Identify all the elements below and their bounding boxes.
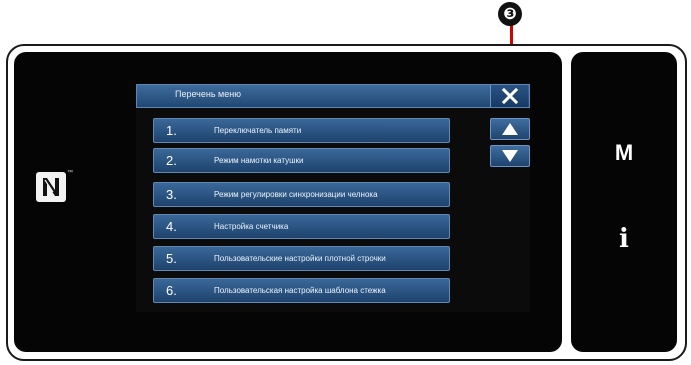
menu-item-label: Режим регулировки синхронизации челнока	[214, 190, 378, 199]
menu-item-label: Пользовательская настройка шаблона стежк…	[214, 286, 386, 295]
menu-item-label: Пользовательские настройки плотной строч…	[214, 254, 386, 263]
scroll-down-button[interactable]	[490, 145, 530, 167]
nfc-icon	[36, 172, 66, 202]
menu-item-3[interactable]: 3. Режим регулировки синхронизации челно…	[153, 182, 450, 207]
menu-item-2[interactable]: 2. Режим намотки катушки	[153, 148, 450, 173]
triangle-down-icon	[502, 150, 518, 162]
menu-item-number: 4.	[166, 219, 177, 234]
menu-item-5[interactable]: 5. Пользовательские настройки плотной ст…	[153, 246, 450, 271]
info-button[interactable]: i	[571, 224, 677, 254]
scroll-up-button[interactable]	[490, 118, 530, 140]
menu-item-label: Переключатель памяти	[214, 126, 302, 135]
menu-item-4[interactable]: 4. Настройка счетчика	[153, 214, 450, 239]
menu-item-label: Настройка счетчика	[214, 222, 289, 231]
menu-item-6[interactable]: 6. Пользовательская настройка шаблона ст…	[153, 278, 450, 303]
menu-item-number: 3.	[166, 187, 177, 202]
menu-item-1[interactable]: 1. Переключатель памяти	[153, 118, 450, 143]
menu-item-label: Режим намотки катушки	[214, 156, 304, 165]
menu-item-number: 1.	[166, 123, 177, 138]
close-icon	[501, 88, 518, 104]
close-button[interactable]	[490, 85, 528, 107]
callout-badge: ❸	[498, 2, 522, 26]
menu-item-number: 2.	[166, 153, 177, 168]
triangle-up-icon	[502, 123, 518, 135]
menu-item-number: 6.	[166, 283, 177, 298]
side-button-panel	[571, 52, 677, 352]
menu-title: Перечень меню	[175, 89, 241, 99]
nfc-trademark: ™	[67, 170, 73, 176]
m-button[interactable]: M	[571, 140, 677, 166]
menu-item-number: 5.	[166, 251, 177, 266]
